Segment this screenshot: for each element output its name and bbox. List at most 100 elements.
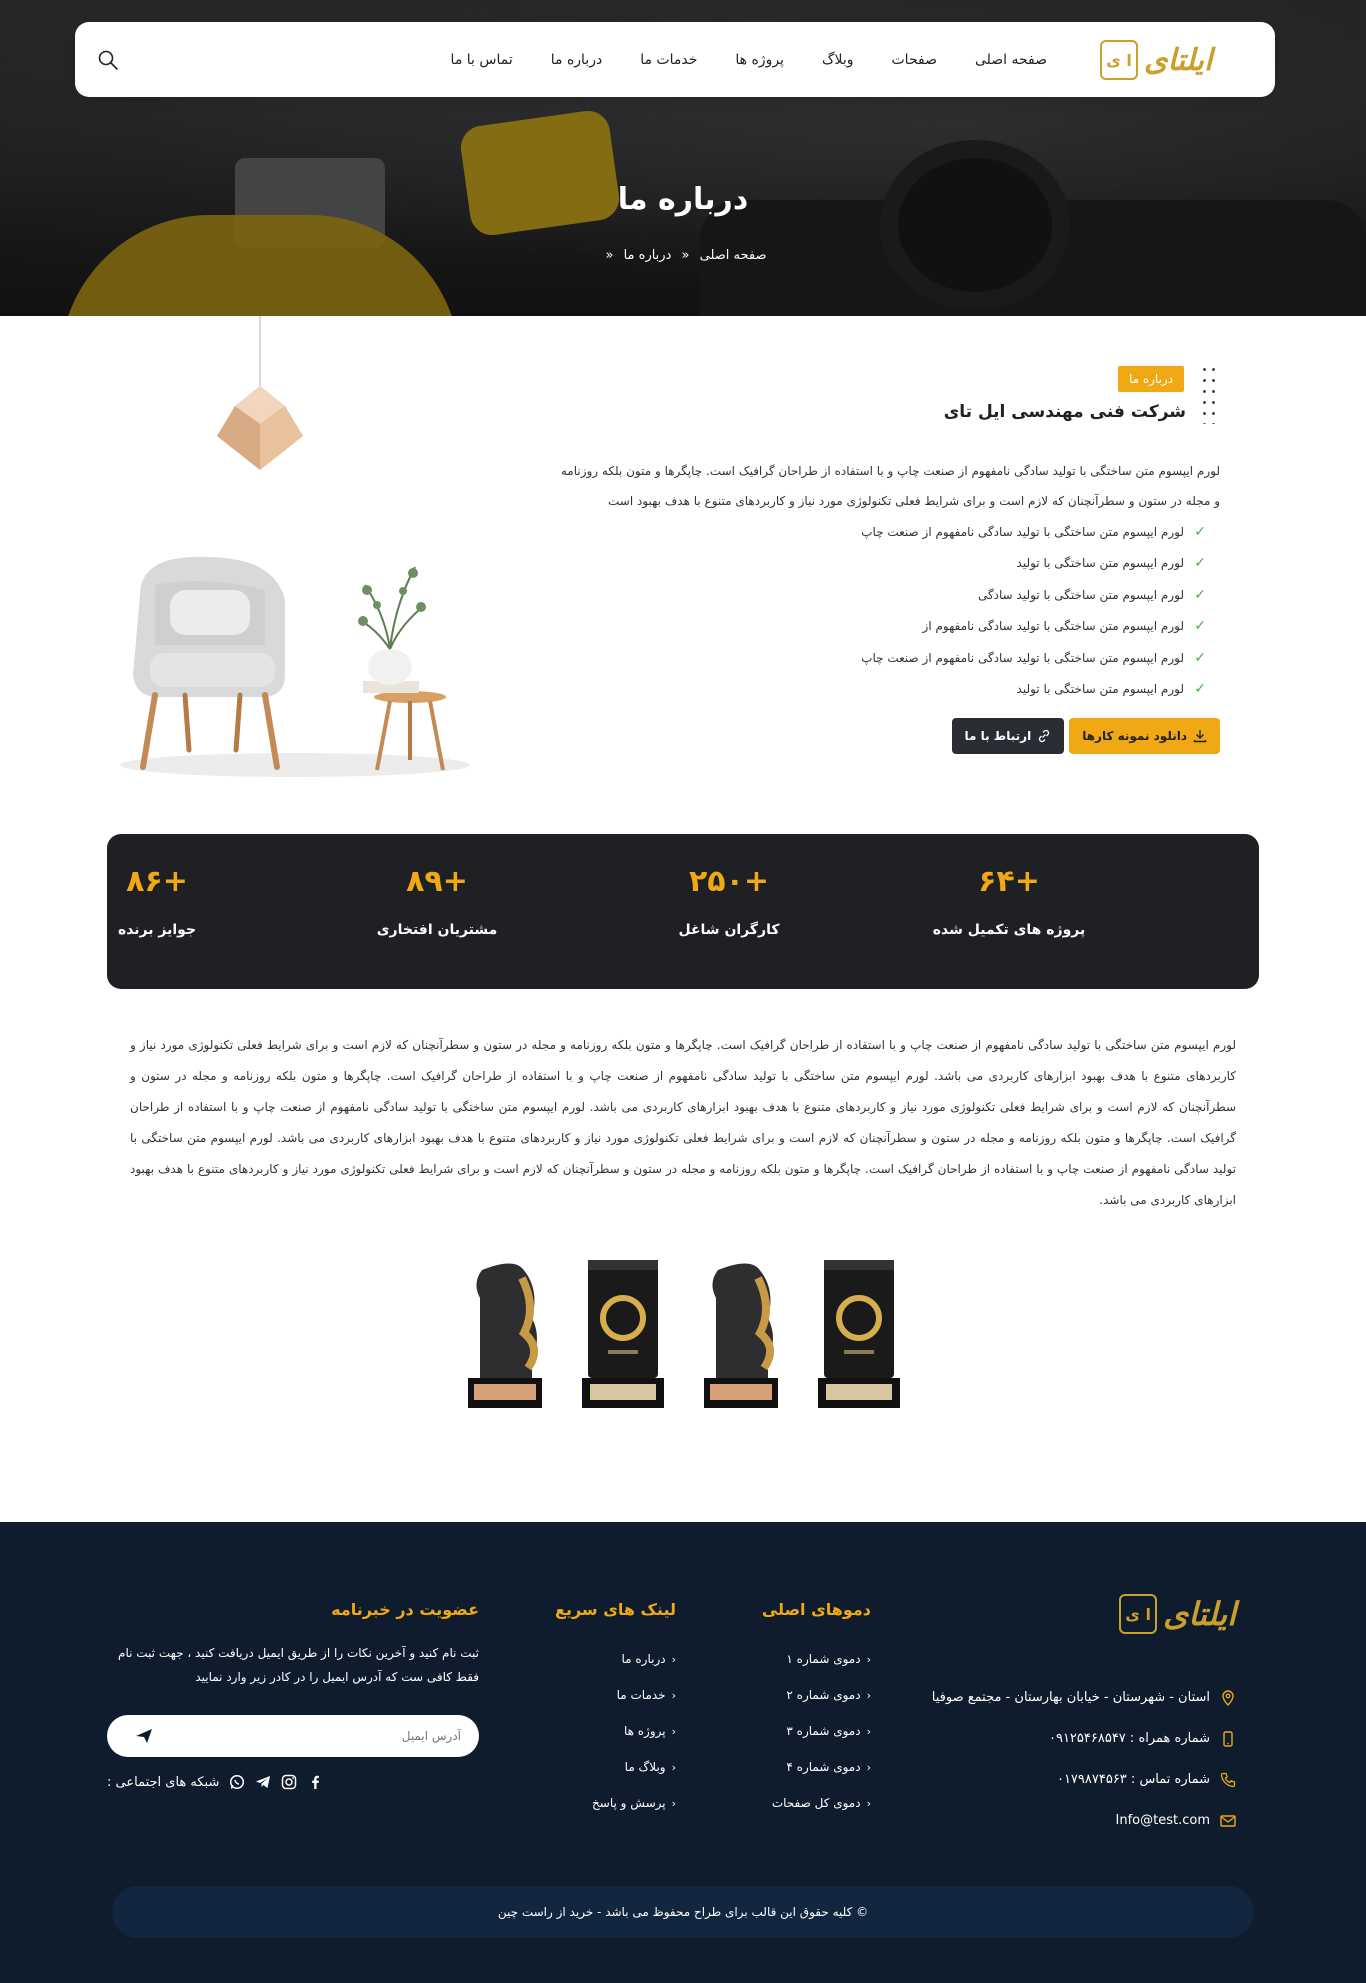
email-input[interactable] — [161, 1715, 461, 1757]
awards-gallery — [462, 1258, 902, 1410]
chevron-left-icon: ‹ — [866, 1760, 871, 1774]
footer-link[interactable]: ‹ پرسش و پاسخ — [555, 1785, 676, 1821]
whatsapp-icon[interactable] — [229, 1774, 245, 1790]
link-icon — [1039, 729, 1050, 743]
footer-link[interactable]: ‹ دموی شماره ۴ — [762, 1749, 871, 1785]
chevron-left-icon: ‹ — [866, 1796, 871, 1810]
check-icon: ✓ — [1194, 523, 1206, 540]
list-item: ✓ لورم ایپسوم متن ساختگی با تولید — [1016, 555, 1206, 572]
list-item: ✓ لورم ایپسوم متن ساختگی با تولید سادگی ن… — [861, 523, 1206, 540]
stat-number: +۶۴ — [978, 864, 1040, 899]
list-item: ✓ لورم ایپسوم متن ساختگی با تولید سادگی — [977, 586, 1206, 603]
phone-icon — [1220, 1772, 1236, 1788]
check-icon: ✓ — [1194, 586, 1206, 603]
menu-item-blog[interactable]: وبلاگ — [822, 52, 854, 68]
description-paragraph: لورم ایپسوم متن ساختگی با تولید سادگی نا… — [130, 1038, 1236, 1207]
stat-workers: +۲۵۰ کارگران شاغل — [619, 834, 839, 938]
about-paragraph: لورم ایپسوم متن ساختگی با تولید سادگی نا… — [560, 464, 1220, 508]
instagram-icon[interactable] — [281, 1774, 297, 1790]
footer-heading: دموهای اصلی — [761, 1600, 871, 1619]
footer-logo[interactable]: ایلتای ا ی — [1119, 1594, 1236, 1634]
menu-item-contact[interactable]: تماس با ما — [451, 52, 513, 68]
newsletter-form — [107, 1715, 479, 1757]
mail-icon — [1220, 1813, 1236, 1829]
footer-link[interactable]: ‹ دموی شماره ۳ — [762, 1713, 871, 1749]
download-portfolio-button[interactable]: دانلود نمونه کارها — [1069, 718, 1220, 754]
award-trophy-image — [816, 1258, 902, 1410]
breadcrumb-current: درباره ما — [623, 248, 672, 263]
lamp-cord — [259, 316, 261, 386]
contact-list: استان - شهرستان - خیابان بهارستان - مجتم… — [932, 1677, 1236, 1841]
breadcrumb: صفحه اصلی « درباره ما « — [0, 248, 1366, 263]
award-trophy-image — [698, 1258, 784, 1410]
section-tag: درباره ما — [1118, 366, 1184, 392]
facebook-icon[interactable] — [307, 1774, 323, 1790]
check-icon: ✓ — [1194, 649, 1206, 666]
about-buttons: دانلود نمونه کارها ارتباط با ما — [951, 718, 1220, 754]
chevron-left-icon: ‹ — [671, 1760, 676, 1774]
send-icon[interactable] — [135, 1727, 153, 1745]
chevron-left-icon: ‹ — [671, 1688, 676, 1702]
stat-clients: +۸۹ مشتریان افتخاری — [327, 834, 547, 938]
chevron-left-icon: ‹ — [866, 1652, 871, 1666]
mobile-icon — [1220, 1730, 1236, 1747]
footer-link[interactable]: ‹ دموی شماره ۱ — [762, 1641, 871, 1677]
contact-phone: شماره تماس : ۰۱۷۹۸۷۴۵۶۳ — [932, 1759, 1236, 1800]
menu-item-services[interactable]: خدمات ما — [640, 52, 697, 68]
page-title: درباره ما — [617, 182, 749, 217]
footer-link[interactable]: ‹ درباره ما — [555, 1641, 676, 1677]
breadcrumb-separator: « — [605, 248, 614, 263]
site-footer: ایلتای ا ی استان - شهرستان - خیابان بهار… — [0, 1522, 1366, 1983]
footer-heading: لینک های سریع — [555, 1600, 676, 1619]
stat-label: پروژه های تکمیل شده — [932, 922, 1086, 938]
stat-label: مشتریان افتخاری — [376, 922, 498, 938]
stat-number: +۸۶ — [126, 864, 188, 899]
chevron-left-icon: ‹ — [671, 1796, 676, 1810]
list-item: ✓ لورم ایپسوم متن ساختگی با تولید سادگی ن… — [922, 618, 1206, 635]
chevron-left-icon: ‹ — [671, 1724, 676, 1738]
contact-us-button[interactable]: ارتباط با ما — [951, 718, 1065, 754]
telegram-icon[interactable] — [255, 1774, 271, 1790]
feature-list: ✓ لورم ایپسوم متن ساختگی با تولید سادگی ن… — [861, 516, 1206, 705]
copyright-bar: © کلیه حقوق این قالب برای طراح محفوظ می … — [112, 1886, 1254, 1938]
pendant-lamp-image — [215, 384, 305, 472]
check-icon: ✓ — [1194, 555, 1206, 572]
contact-email[interactable]: Info@test.com — [932, 1800, 1236, 1841]
footer-demos: دموهای اصلی ‹ دموی شماره ۱ ‹ دموی شماره ۲ … — [762, 1600, 871, 1821]
contact-mobile: شماره همراه : ۰۹۱۲۵۴۶۸۵۴۷ — [932, 1718, 1236, 1759]
logo-emblem-icon: ا ی — [1119, 1594, 1158, 1634]
menu-item-home[interactable]: صفحه اصلی — [975, 52, 1047, 68]
breadcrumb-home-link[interactable]: صفحه اصلی — [700, 248, 767, 263]
armchair-image — [115, 545, 480, 780]
menu-item-about[interactable]: درباره ما — [551, 52, 602, 68]
list-item: ✓ لورم ایپسوم متن ساختگی با تولید — [1016, 681, 1206, 698]
footer-newsletter: عضویت در خبرنامه ثبت نام کنید و آخرین نک… — [107, 1600, 479, 1689]
main-navbar: ایلتای ا ی صفحه اصلی صفحات وبلاگ پروژه ه… — [75, 22, 1275, 97]
footer-link[interactable]: ‹ وبلاگ ما — [555, 1749, 676, 1785]
stats-bar: +۸۶ جوایز برنده +۸۹ مشتریان افتخاری +۲۵۰… — [107, 834, 1259, 989]
decorative-dots — [1200, 364, 1218, 424]
logo-emblem-icon: ا ی — [1100, 40, 1138, 80]
award-trophy-image — [462, 1258, 548, 1410]
award-trophy-image — [580, 1258, 666, 1410]
menu-item-pages[interactable]: صفحات — [892, 52, 937, 68]
logo-text: ایلتای — [1163, 1595, 1236, 1633]
copyright-text: © کلیه حقوق این قالب برای طراح محفوظ می … — [497, 1905, 869, 1919]
footer-quick-links: لینک های سریع ‹ درباره ما ‹ خدمات ما ‹ پروژ… — [555, 1600, 676, 1821]
stat-label: کارگران شاغل — [678, 922, 780, 938]
footer-link[interactable]: ‹ دموی کل صفحات — [762, 1785, 871, 1821]
footer-link[interactable]: ‹ پروژه ها — [555, 1713, 676, 1749]
newsletter-text: ثبت نام کنید و آخرین نکات را از طریق ایم… — [118, 1646, 479, 1684]
check-icon: ✓ — [1194, 681, 1206, 698]
stat-number: +۸۹ — [406, 864, 468, 899]
social-label: شبکه های اجتماعی : — [107, 1774, 220, 1790]
location-icon — [1220, 1689, 1236, 1706]
social-links: شبکه های اجتماعی : — [107, 1774, 479, 1790]
chevron-left-icon: ‹ — [866, 1724, 871, 1738]
site-logo[interactable]: ایلتای ا ی — [1100, 36, 1240, 84]
menu-item-projects[interactable]: پروژه ها — [735, 52, 784, 68]
footer-link[interactable]: ‹ دموی شماره ۲ — [762, 1677, 871, 1713]
chevron-left-icon: ‹ — [866, 1688, 871, 1702]
search-icon[interactable] — [97, 49, 119, 71]
footer-link[interactable]: ‹ خدمات ما — [555, 1677, 676, 1713]
